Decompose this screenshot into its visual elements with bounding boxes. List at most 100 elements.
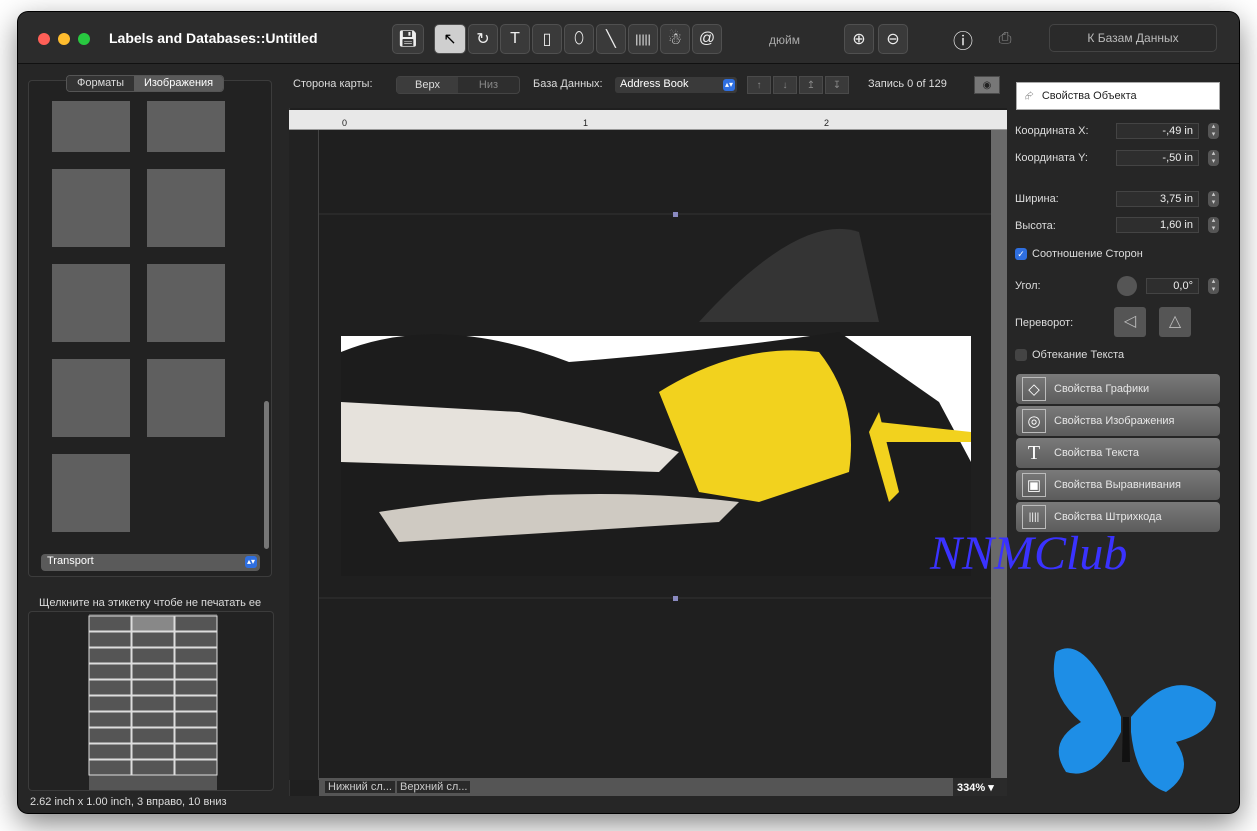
back-to-databases-button[interactable]: К Базам Данных bbox=[1049, 24, 1217, 52]
database-label: База Данных: bbox=[533, 78, 603, 90]
alignment-properties-button[interactable]: ▣ Свойства Выравнивания bbox=[1016, 470, 1220, 500]
aspect-ratio-label: Соотношение Сторон bbox=[1032, 248, 1143, 260]
arrow-icon: ↖ bbox=[443, 31, 457, 48]
thumb-convertible[interactable] bbox=[147, 359, 225, 437]
angle-knob[interactable] bbox=[1117, 276, 1137, 296]
aspect-ratio-checkbox[interactable]: ✓ bbox=[1015, 248, 1027, 260]
save-button[interactable]: 💾︎ bbox=[392, 24, 424, 54]
ruler-label-2: 2 bbox=[824, 118, 830, 128]
select-tool-button[interactable]: ↖ bbox=[434, 24, 466, 54]
thumb-pickup-white[interactable] bbox=[52, 169, 130, 247]
zoom-window-button[interactable] bbox=[78, 33, 90, 45]
height-field[interactable]: 1,60 in bbox=[1116, 217, 1199, 233]
thumb-classic-car[interactable] bbox=[147, 264, 225, 342]
preview-toggle[interactable]: ◉ bbox=[974, 76, 1000, 94]
flip-vertical-button[interactable]: △ bbox=[1159, 307, 1191, 337]
barcode-tool-button[interactable]: ||||| bbox=[628, 24, 658, 54]
bottom-layer-tab[interactable]: Нижний сл... bbox=[325, 781, 395, 793]
thumb-motorcycle[interactable] bbox=[52, 454, 130, 532]
ellipse-icon: ⬯ bbox=[573, 30, 585, 47]
arrow-up-bar-icon: ↥ bbox=[806, 79, 816, 91]
label-sheet-grid[interactable] bbox=[29, 612, 275, 792]
resize-handle-top[interactable] bbox=[673, 212, 678, 217]
line-icon: ╲ bbox=[606, 31, 616, 48]
width-stepper[interactable]: ▴ ▾ bbox=[1208, 191, 1219, 207]
text-tool-button[interactable]: T bbox=[500, 24, 530, 54]
flip-horizontal-button[interactable]: ◁ bbox=[1114, 307, 1146, 337]
prev-record-button[interactable]: ↓ bbox=[773, 76, 797, 94]
unit-label[interactable]: дюйм bbox=[769, 33, 800, 47]
resize-handle-bottom[interactable] bbox=[673, 596, 678, 601]
next-record-button[interactable]: ↥ bbox=[799, 76, 823, 94]
thumb-snowmobile[interactable] bbox=[52, 359, 130, 437]
line-tool-button[interactable]: ╲ bbox=[596, 24, 626, 54]
text-wrap-checkbox[interactable] bbox=[1015, 349, 1027, 361]
coord-x-label: Координата X: bbox=[1015, 125, 1089, 137]
card-side-label: Сторона карты: bbox=[293, 78, 373, 90]
eye-icon: ◉ bbox=[982, 79, 992, 91]
side-bottom-option[interactable]: Низ bbox=[458, 77, 519, 93]
flip-label: Переворот: bbox=[1015, 317, 1074, 329]
coord-x-field[interactable]: -,49 in bbox=[1116, 123, 1199, 139]
vertical-ruler bbox=[289, 130, 319, 780]
zoom-select[interactable]: 334% ▾ bbox=[953, 778, 1007, 796]
rotate-tool-button[interactable]: ↻ bbox=[468, 24, 498, 54]
height-stepper[interactable]: ▴ ▾ bbox=[1208, 217, 1219, 233]
label-artwork[interactable] bbox=[319, 202, 991, 622]
category-select[interactable]: Transport ▴▾ bbox=[41, 554, 260, 571]
minimize-window-button[interactable] bbox=[58, 33, 70, 45]
barcode-properties-button[interactable]: |||| Свойства Штрихкода bbox=[1016, 502, 1220, 532]
object-properties-button[interactable]: ⮳ Свойства Объекта bbox=[1016, 82, 1220, 110]
image-properties-button[interactable]: ◎ Свойства Изображения bbox=[1016, 406, 1220, 436]
thumb-jet[interactable] bbox=[52, 264, 130, 342]
coord-y-field[interactable]: -,50 in bbox=[1116, 150, 1199, 166]
app-window: Labels and Databases::Untitled 💾︎ ↖ ↻ T … bbox=[18, 12, 1239, 813]
ruler-label-1: 1 bbox=[583, 118, 589, 128]
height-label: Высота: bbox=[1015, 220, 1056, 232]
tab-images[interactable]: Изображения bbox=[133, 76, 224, 91]
flip-horizontal-icon: ◁ bbox=[1123, 313, 1137, 330]
info-button[interactable]: ⓘ bbox=[948, 24, 978, 54]
close-window-button[interactable] bbox=[38, 33, 50, 45]
width-field[interactable]: 3,75 in bbox=[1116, 191, 1199, 207]
status-text: 2.62 inch x 1.00 inch, 3 вправо, 10 вниз bbox=[30, 796, 227, 808]
thumb-pickup-silver[interactable] bbox=[147, 169, 225, 247]
category-value: Transport bbox=[47, 555, 94, 567]
zoom-in-button[interactable]: ⊕ bbox=[844, 24, 874, 54]
zoom-out-button[interactable]: ⊖ bbox=[878, 24, 908, 54]
image-properties-label: Свойства Изображения bbox=[1054, 415, 1175, 427]
angle-field[interactable]: 0,0° bbox=[1146, 278, 1199, 294]
window-title: Labels and Databases::Untitled bbox=[109, 30, 318, 46]
last-record-button[interactable]: ↧ bbox=[825, 76, 849, 94]
database-select[interactable]: Address Book ▴▾ bbox=[615, 77, 737, 93]
text-properties-button[interactable]: T Свойства Текста bbox=[1016, 438, 1220, 468]
coord-y-label: Координата Y: bbox=[1015, 152, 1088, 164]
shapes-icon: ◇ bbox=[1022, 377, 1046, 401]
side-top-option[interactable]: Верх bbox=[397, 77, 458, 93]
horizontal-ruler: 0 1 2 bbox=[289, 110, 1007, 130]
thumb-suv[interactable] bbox=[147, 101, 225, 152]
title-bar: Labels and Databases::Untitled 💾︎ ↖ ↻ T … bbox=[18, 12, 1239, 64]
ellipse-tool-button[interactable]: ⬯ bbox=[564, 24, 594, 54]
coord-y-stepper[interactable]: ▴ ▾ bbox=[1208, 150, 1219, 166]
tab-formats[interactable]: Форматы bbox=[67, 76, 134, 91]
text-wrap-label: Обтекание Текста bbox=[1032, 349, 1125, 361]
email-tool-button[interactable]: @ bbox=[692, 24, 722, 54]
first-record-button[interactable]: ↑ bbox=[747, 76, 771, 94]
top-layer-tab[interactable]: Верхний сл... bbox=[397, 781, 471, 793]
graphic-properties-label: Свойства Графики bbox=[1054, 383, 1150, 395]
camera-icon: ◎ bbox=[1022, 409, 1046, 433]
rectangle-tool-button[interactable]: ▯ bbox=[532, 24, 562, 54]
image-tool-button[interactable]: ☃ bbox=[660, 24, 690, 54]
label-hint: Щелкните на этикетку чтобе не печатать е… bbox=[39, 597, 262, 609]
print-button[interactable]: ⎙ bbox=[990, 24, 1020, 54]
coord-x-stepper[interactable]: ▴ ▾ bbox=[1208, 123, 1219, 139]
angle-stepper[interactable]: ▴ ▾ bbox=[1208, 278, 1219, 294]
canvas-vertical-scrollbar[interactable] bbox=[991, 130, 1007, 780]
record-counter: Запись 0 of 129 bbox=[868, 78, 947, 90]
library-scrollbar[interactable] bbox=[264, 401, 269, 549]
thumb-truck-1[interactable] bbox=[52, 101, 130, 152]
arrow-down-bar-icon: ↧ bbox=[832, 79, 842, 91]
text-icon: T bbox=[510, 30, 520, 47]
graphic-properties-button[interactable]: ◇ Свойства Графики bbox=[1016, 374, 1220, 404]
